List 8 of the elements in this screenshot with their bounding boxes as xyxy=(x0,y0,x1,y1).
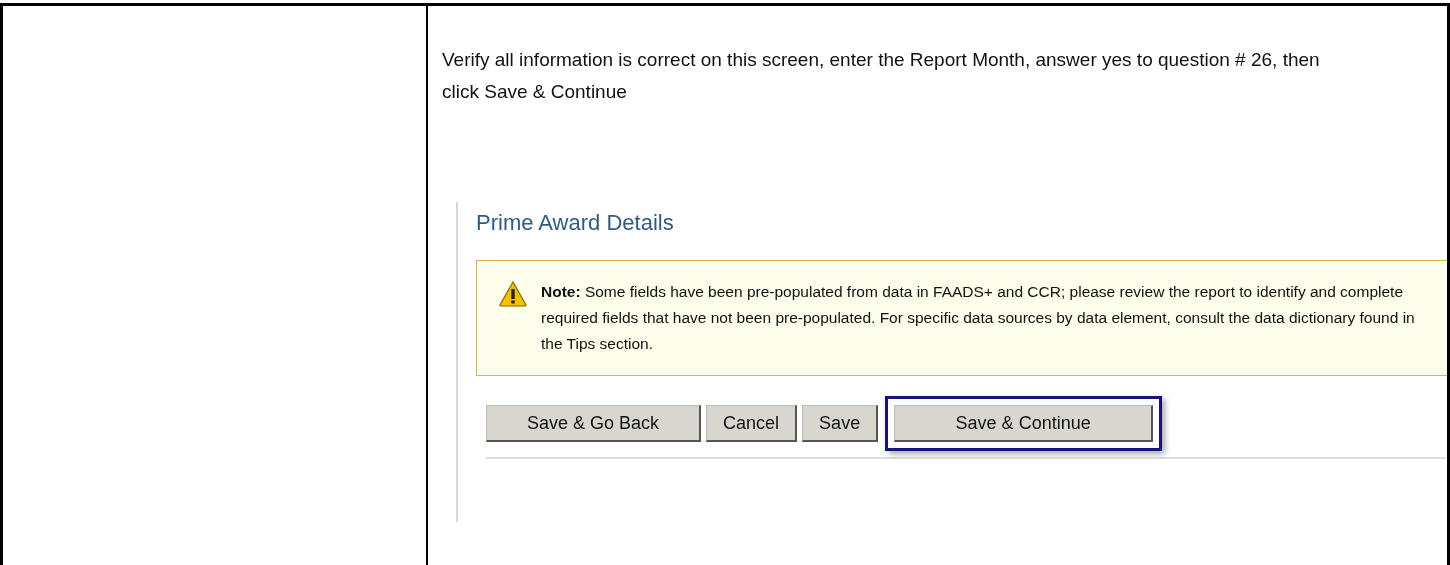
warning-icon xyxy=(499,281,527,307)
form-button[interactable]: Save & Go Back xyxy=(486,405,702,442)
save-continue-button[interactable]: Save & Continue xyxy=(894,405,1154,442)
form-button[interactable]: Cancel xyxy=(706,405,798,442)
section-title: Prime Award Details xyxy=(476,209,675,236)
note-text: Note: Some fields have been pre-populated from data in FAADS+ and CCR; please review the report to identify and complete required fields that have not been pre-populated. For specific data sources by data element, consult the data dictionary found in the Tips section. xyxy=(541,282,1416,354)
instruction-text: Verify all information is correct on this screen, enter the Report Month, answer yes to question # 26, then click Save & Continue xyxy=(442,48,1321,104)
form-button[interactable]: Save xyxy=(802,405,879,442)
